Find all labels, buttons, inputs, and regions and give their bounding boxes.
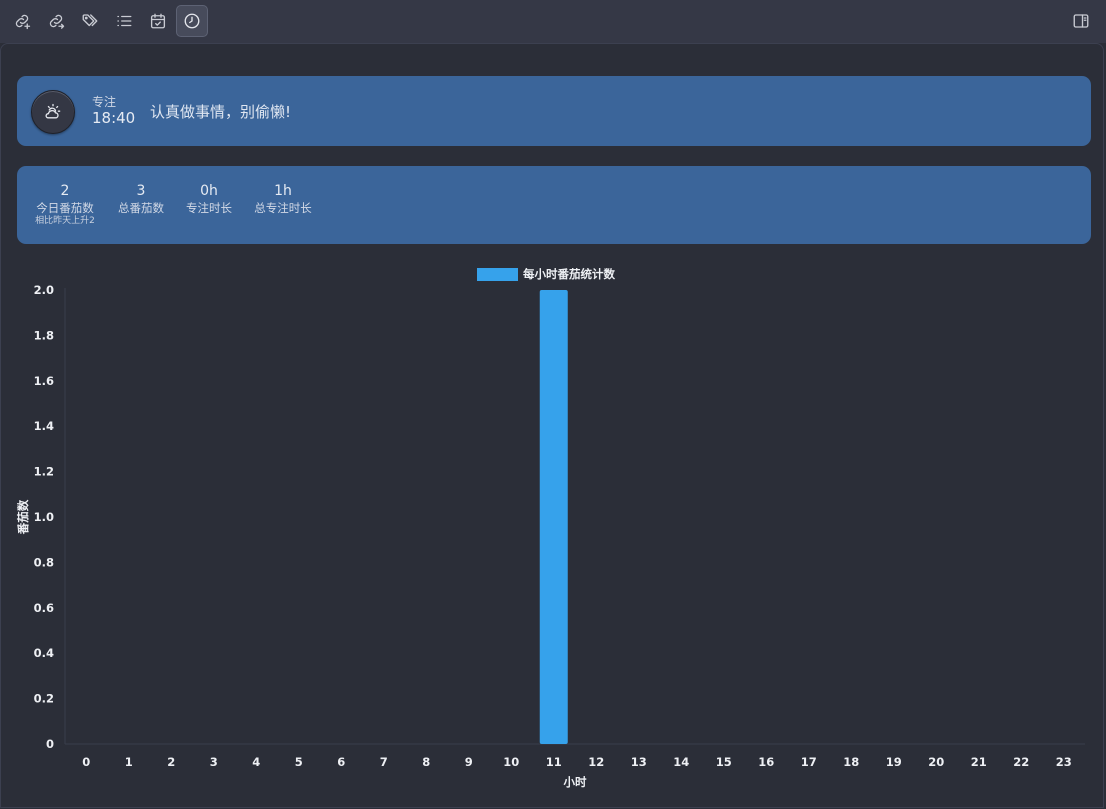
x-tick-label: 0 xyxy=(82,755,90,769)
x-tick-label: 6 xyxy=(337,755,345,769)
y-tick-label: 1.2 xyxy=(34,465,54,479)
bar xyxy=(539,290,568,744)
y-tick-label: 2.0 xyxy=(34,283,54,297)
x-tick-label: 11 xyxy=(546,755,562,769)
x-tick-label: 14 xyxy=(673,755,689,769)
legend-swatch xyxy=(477,268,518,281)
y-tick-label: 0.8 xyxy=(34,555,54,569)
y-tick-label: 0 xyxy=(46,737,54,751)
y-tick-label: 1.4 xyxy=(34,419,54,433)
x-tick-label: 18 xyxy=(843,755,859,769)
x-tick-label: 20 xyxy=(928,755,944,769)
x-tick-label: 19 xyxy=(886,755,902,769)
y-tick-label: 0.2 xyxy=(34,692,54,706)
x-tick-label: 10 xyxy=(503,755,519,769)
x-tick-label: 15 xyxy=(716,755,732,769)
y-axis-title: 番茄数 xyxy=(16,499,30,535)
x-tick-label: 17 xyxy=(801,755,817,769)
y-tick-label: 1.0 xyxy=(34,510,54,524)
x-tick-label: 13 xyxy=(631,755,647,769)
y-tick-label: 0.6 xyxy=(34,601,54,615)
x-tick-label: 12 xyxy=(588,755,604,769)
x-tick-label: 16 xyxy=(758,755,774,769)
hourly-tomato-chart: 00.20.40.60.81.01.21.41.61.82.00 1 2 3 4 5 6 7 8… xyxy=(16,267,1085,789)
x-tick-label: 2 xyxy=(167,755,175,769)
x-tick-label: 8 xyxy=(422,755,430,769)
x-tick-label: 4 xyxy=(252,755,260,769)
legend-label: 每小时番茄统计数 xyxy=(523,267,615,281)
x-tick-label: 21 xyxy=(971,755,987,769)
x-tick-label: 5 xyxy=(295,755,303,769)
y-tick-label: 1.8 xyxy=(34,328,54,342)
x-tick-label: 23 xyxy=(1056,755,1072,769)
x-axis-title: 小时 xyxy=(563,775,587,789)
y-tick-label: 0.4 xyxy=(34,646,54,660)
y-tick-label: 1.6 xyxy=(34,374,54,388)
x-tick-label: 3 xyxy=(210,755,218,769)
x-tick-label: 22 xyxy=(1013,755,1029,769)
x-tick-label: 1 xyxy=(125,755,133,769)
x-tick-label: 9 xyxy=(465,755,473,769)
x-tick-label: 7 xyxy=(380,755,388,769)
